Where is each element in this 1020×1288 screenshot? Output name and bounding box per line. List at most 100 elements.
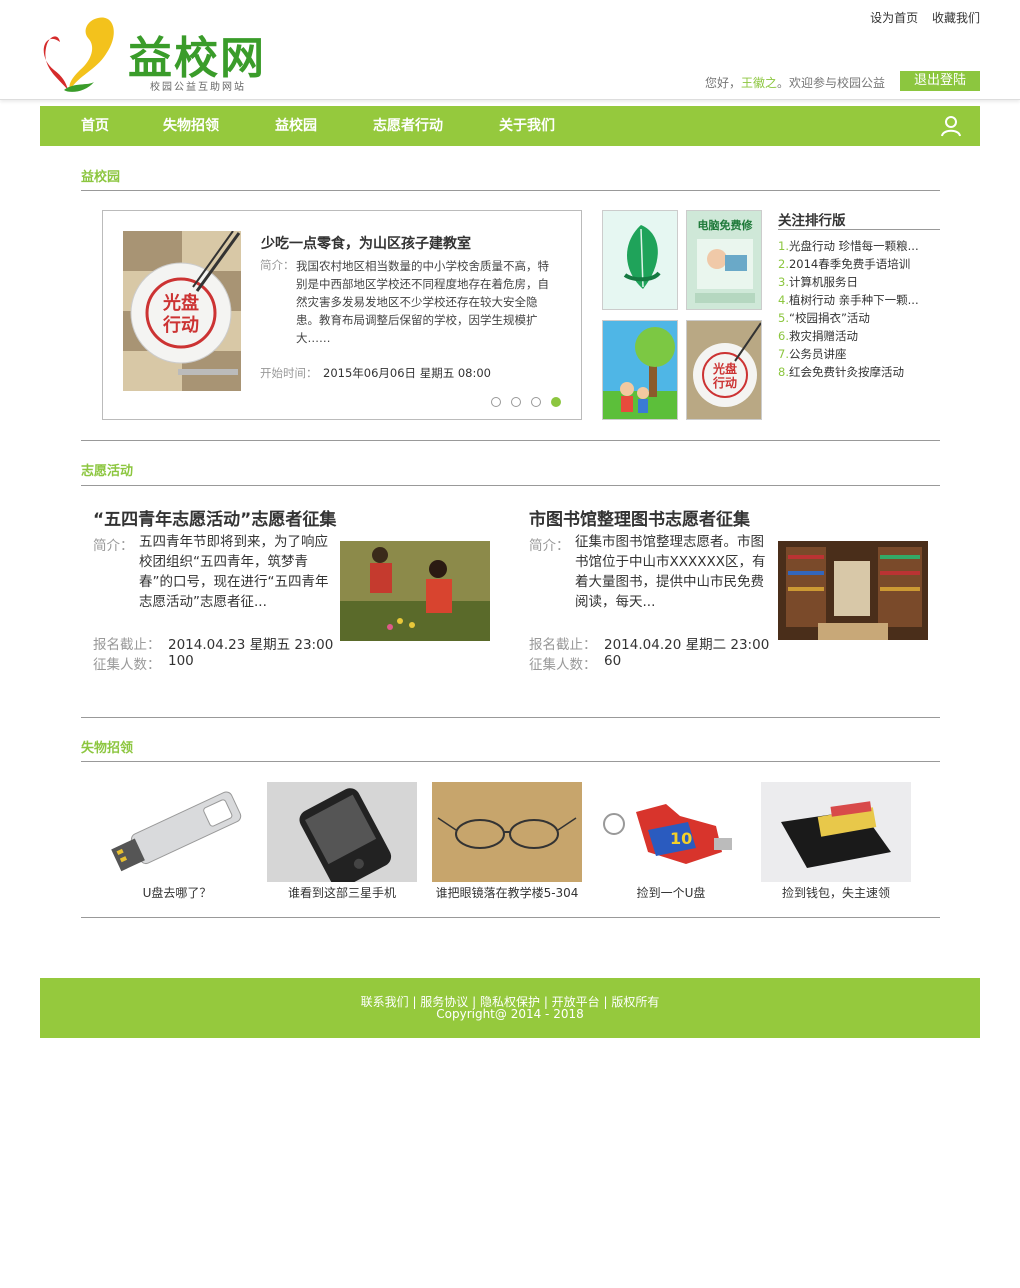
wallet-image <box>761 782 911 882</box>
nav-item-lost-found[interactable]: 失物招领 <box>163 106 219 146</box>
carousel-dot-1[interactable] <box>491 397 501 407</box>
volunteer-desc-label: 简介： <box>529 538 570 554</box>
ranking-num: 2. <box>778 257 789 271</box>
site-logo[interactable]: 益校网 校园公益互助网站 <box>40 12 280 94</box>
deadline-1: 2014.04.23 星期五 23:00 <box>168 637 334 653</box>
carousel-title[interactable]: 少吃一点零食，为山区孩子建教室 <box>261 233 471 253</box>
divider <box>81 917 940 918</box>
lost-item-image-phone[interactable] <box>267 782 417 882</box>
featured-carousel: 光盘 行动 少吃一点零食，为山区孩子建教室 简介： 我国农村地区相当数量的中小学… <box>102 210 582 420</box>
logo-subtitle: 校园公益互助网站 <box>150 82 246 93</box>
usb-drive-image <box>111 791 242 872</box>
lost-item-image-glasses[interactable] <box>432 782 582 882</box>
svg-text:行动: 行动 <box>162 314 199 336</box>
site-header: 益校网 校园公益互助网站 设为首页 收藏我们 您好，王徽之。欢迎参与校园公益 退… <box>0 0 1020 100</box>
section-title-yixiaoyuan[interactable]: 益校园 <box>81 166 120 185</box>
bookmark-link[interactable]: 收藏我们 <box>932 11 980 25</box>
carousel-time-label: 开始时间： <box>260 366 318 380</box>
volunteer-desc-2: 征集市图书馆整理志愿者。市图书馆位于中山市XXXXXX区，有着大量图书，提供中山… <box>575 534 766 610</box>
nav-item-home[interactable]: 首页 <box>81 106 109 146</box>
children-tree-image <box>603 327 677 419</box>
lost-item-image-usb[interactable] <box>102 782 252 882</box>
ranking-num: 7. <box>778 347 789 361</box>
logo-text: 益校网 <box>128 33 266 84</box>
clean-plate-image: 光盘 行动 <box>123 231 241 391</box>
user-greeting: 您好，王徽之。欢迎参与校园公益 <box>705 74 885 91</box>
thumb-clean-plate[interactable]: 光盘 行动 <box>686 320 762 420</box>
carousel-dot-4[interactable] <box>551 397 561 407</box>
svg-text:光盘: 光盘 <box>712 361 737 376</box>
ranking-text: 2014春季免费手语培训 <box>788 257 911 271</box>
divider <box>81 761 940 762</box>
volunteer-desc-1: 五四青年节即将到来，为了响应校团组织“五四青年，筑梦青春”的口号，现在进行“五四… <box>139 534 329 610</box>
nav-item-yixiaoyuan[interactable]: 益校园 <box>275 106 317 146</box>
lost-item-caption[interactable]: 捡到一个U盘 <box>591 884 751 901</box>
divider <box>81 717 940 718</box>
nav-item-about[interactable]: 关于我们 <box>499 106 555 146</box>
volunteer-title-1[interactable]: “五四青年志愿活动”志愿者征集 <box>93 505 336 530</box>
ranking-text: 公务员讲座 <box>788 347 847 361</box>
volunteer-title-2[interactable]: 市图书馆整理图书志愿者征集 <box>529 505 750 530</box>
user-icon[interactable] <box>940 115 962 137</box>
library-shelves-image <box>778 541 928 640</box>
greet-suffix: 。欢迎参与校园公益 <box>776 76 885 90</box>
set-home-link[interactable]: 设为首页 <box>870 11 918 25</box>
svg-text:10: 10 <box>670 829 692 848</box>
ranking-text: 计算机服务日 <box>788 275 858 289</box>
volunteer-image-2[interactable] <box>778 541 928 640</box>
ranking-num: 8. <box>778 365 789 379</box>
thumb-children-tree[interactable] <box>602 320 678 420</box>
ranking-item[interactable]: 4.植树行动 亲手种下一颗... <box>778 292 938 308</box>
thumb-computer-repair[interactable]: 电脑免费修 <box>686 210 762 310</box>
lost-item-caption[interactable]: 谁看到这部三星手机 <box>262 884 422 901</box>
svg-text:行动: 行动 <box>712 375 737 390</box>
lost-item-caption[interactable]: 谁把眼镜落在教学楼5-304 <box>425 884 589 901</box>
computer-repair-image: 电脑免费修 <box>695 218 755 303</box>
ranking-item[interactable]: 2.2014春季免费手语培训 <box>778 256 938 272</box>
carousel-desc-label: 简介： <box>260 258 295 272</box>
carousel-desc: 我国农村地区相当数量的中小学校舍质量不高，特别是中西部地区学校还不同程度地存在着… <box>296 259 549 345</box>
ranking-text: 红会免费针灸按摩活动 <box>788 365 904 379</box>
gardening-volunteers-image <box>340 541 490 641</box>
logout-button[interactable]: 退出登陆 <box>900 71 980 91</box>
ranking-item[interactable]: 1.光盘行动 珍惜每一颗粮... <box>778 238 938 254</box>
ranking-item[interactable]: 5.“校园捐衣”活动 <box>778 310 938 326</box>
lost-item-image-usb2[interactable]: 10 <box>596 782 746 882</box>
lost-item-caption[interactable]: 捡到钱包，失主速领 <box>756 884 916 901</box>
svg-text:光盘: 光盘 <box>162 292 199 314</box>
carousel-dot-3[interactable] <box>531 397 541 407</box>
ranking-text: “校园捐衣”活动 <box>788 311 870 325</box>
count-label: 征集人数： <box>529 657 597 673</box>
ranking-item[interactable]: 3.计算机服务日 <box>778 274 938 290</box>
nav-item-volunteer[interactable]: 志愿者行动 <box>373 106 443 146</box>
ranking-divider <box>778 229 940 230</box>
thumb-leaf-poster[interactable] <box>602 210 678 310</box>
heart-logo-icon <box>43 17 114 92</box>
leaf-hands-image <box>623 225 661 289</box>
greet-prefix: 您好， <box>704 76 741 90</box>
thumb-computer-repair-title: 电脑免费修 <box>698 218 754 232</box>
ranking-text: 救灾捐赠活动 <box>788 329 858 343</box>
section-title-volunteer[interactable]: 志愿活动 <box>81 460 133 479</box>
count-1: 100 <box>168 653 194 669</box>
ranking-item[interactable]: 7.公务员讲座 <box>778 346 938 362</box>
lost-item-caption[interactable]: U盘去哪了？ <box>97 884 257 901</box>
lost-item-image-wallet[interactable] <box>761 782 911 882</box>
carousel-time: 2015年06月06日 星期五 08:00 <box>323 366 491 380</box>
clean-plate-thumb-image: 光盘 行动 <box>693 322 761 407</box>
ranking-item[interactable]: 6.救灾捐赠活动 <box>778 328 938 344</box>
volunteer-desc-label: 简介： <box>93 538 134 554</box>
volunteer-image-1[interactable] <box>340 541 490 641</box>
main-nav: 首页 失物招领 益校园 志愿者行动 关于我们 <box>40 106 980 146</box>
jersey-usb-image: 10 <box>603 804 732 864</box>
deadline-label: 报名截止： <box>93 637 161 653</box>
ranking-num: 4. <box>778 293 789 307</box>
samsung-phone-image <box>267 782 417 882</box>
count-2: 60 <box>604 653 622 669</box>
ranking-num: 6. <box>778 329 789 343</box>
username-link[interactable]: 王徽之 <box>741 76 777 90</box>
section-title-lost-found[interactable]: 失物招领 <box>81 737 133 756</box>
carousel-image[interactable]: 光盘 行动 <box>123 231 241 391</box>
ranking-item[interactable]: 8.红会免费针灸按摩活动 <box>778 364 938 380</box>
carousel-dot-2[interactable] <box>511 397 521 407</box>
